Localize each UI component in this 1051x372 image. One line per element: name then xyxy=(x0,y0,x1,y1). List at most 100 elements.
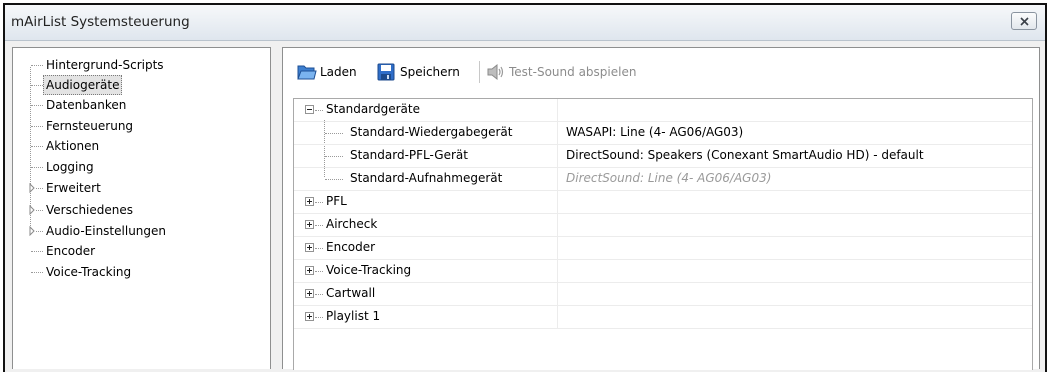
expand-toggle-icon[interactable] xyxy=(305,289,314,298)
group-label: Cartwall xyxy=(326,286,376,300)
test-sound-label: Test-Sound abspielen xyxy=(509,65,637,79)
column-divider xyxy=(557,214,558,237)
group-label: Encoder xyxy=(326,240,376,254)
tree-item-encoder[interactable]: Encoder xyxy=(13,241,268,261)
tree-item-aktionen[interactable]: Aktionen xyxy=(13,136,268,156)
tree-connector xyxy=(31,105,43,106)
tree-item-audiogeraete[interactable]: Audiogeräte xyxy=(13,75,268,95)
group-row-pfl[interactable]: PFL xyxy=(294,191,1032,214)
group-label: Standardgeräte xyxy=(326,102,420,116)
column-divider xyxy=(557,237,558,260)
tree-item-erweitert[interactable]: Erweitert xyxy=(13,178,268,198)
column-divider xyxy=(557,122,558,145)
tree-item-datenbanken[interactable]: Datenbanken xyxy=(13,95,268,115)
tree-connector xyxy=(36,188,43,189)
load-button[interactable]: Laden xyxy=(297,62,367,82)
tree-item-label: Encoder xyxy=(46,244,96,258)
property-row[interactable]: Standard-PFL-Gerät DirectSound: Speakers… xyxy=(294,145,1032,168)
group-row-standardgeraete[interactable]: Standardgeräte xyxy=(294,99,1032,122)
column-divider xyxy=(557,145,558,168)
collapse-toggle-icon[interactable] xyxy=(305,105,314,114)
floppy-disk-icon xyxy=(377,63,395,81)
tree-item-label: Datenbanken xyxy=(46,98,127,112)
property-value[interactable]: DirectSound: Speakers (Conexant SmartAud… xyxy=(566,148,924,162)
tree-connector xyxy=(31,167,43,168)
tree-connector xyxy=(315,294,323,295)
tree-connector xyxy=(315,271,323,272)
title-bar[interactable]: mAirList Systemsteuerung xyxy=(5,5,1045,41)
tree-item-label: Erweitert xyxy=(46,181,101,195)
close-button[interactable] xyxy=(1011,12,1037,30)
column-divider xyxy=(557,260,558,283)
close-icon xyxy=(1020,17,1029,26)
group-row-playlist-1[interactable]: Playlist 1 xyxy=(294,306,1032,329)
tree-connector xyxy=(31,85,43,86)
tree-item-label: Logging xyxy=(46,160,94,174)
expand-toggle-icon[interactable] xyxy=(305,266,314,275)
expand-toggle-icon[interactable] xyxy=(305,243,314,252)
tree-connector xyxy=(325,179,343,180)
tree-item-verschiedenes[interactable]: Verschiedenes xyxy=(13,200,268,220)
settings-tree[interactable]: Hintergrund-Scripts Audiogeräte Datenban… xyxy=(12,47,271,369)
property-name: Standard-PFL-Gerät xyxy=(350,148,468,162)
expand-toggle-icon[interactable] xyxy=(305,312,314,321)
tree-connector xyxy=(31,65,43,66)
toolbar-separator xyxy=(479,61,480,83)
tree-connector xyxy=(31,146,43,147)
tree-item-label: Audio-Einstellungen xyxy=(46,224,167,238)
tree-item-label: Fernsteuerung xyxy=(46,119,134,133)
test-sound-button[interactable]: Test-Sound abspielen xyxy=(486,62,661,82)
column-divider xyxy=(557,283,558,306)
group-row-encoder[interactable]: Encoder xyxy=(294,237,1032,260)
property-name: Standard-Aufnahmegerät xyxy=(350,171,503,185)
tree-item-label: Verschiedenes xyxy=(46,203,134,217)
tree-item-label: Voice-Tracking xyxy=(46,265,132,279)
tree-item-label: Audiogeräte xyxy=(43,75,123,95)
tree-connector xyxy=(315,248,323,249)
tree-item-hintergrund-scripts[interactable]: Hintergrund-Scripts xyxy=(13,55,268,75)
expand-toggle-icon[interactable] xyxy=(305,197,314,206)
tree-connector xyxy=(36,210,43,211)
property-value[interactable]: WASAPI: Line (4- AG06/AG03) xyxy=(566,125,743,139)
tree-item-label: Aktionen xyxy=(46,139,100,153)
column-divider xyxy=(557,168,558,191)
tree-connector xyxy=(325,133,343,134)
save-label: Speichern xyxy=(400,65,460,79)
tree-connector xyxy=(315,202,323,203)
load-label: Laden xyxy=(320,65,357,79)
audio-devices-panel: Laden Speichern Test-Sound abspielen Sta… xyxy=(282,47,1040,370)
tree-connector xyxy=(325,156,343,157)
device-properties-grid[interactable]: Standardgeräte Standard-Wiedergabegerät … xyxy=(293,98,1033,370)
folder-open-icon xyxy=(297,65,317,80)
property-name: Standard-Wiedergabegerät xyxy=(350,125,513,139)
group-row-aircheck[interactable]: Aircheck xyxy=(294,214,1032,237)
tree-item-label: Hintergrund-Scripts xyxy=(46,58,164,72)
tree-connector xyxy=(31,272,43,273)
group-label: Playlist 1 xyxy=(326,309,381,323)
tree-connector xyxy=(31,251,43,252)
group-row-voice-tracking[interactable]: Voice-Tracking xyxy=(294,260,1032,283)
group-label: Aircheck xyxy=(326,217,378,231)
tree-connector xyxy=(31,126,43,127)
column-divider xyxy=(557,306,558,329)
property-row[interactable]: Standard-Wiedergabegerät WASAPI: Line (4… xyxy=(294,122,1032,145)
tree-item-logging[interactable]: Logging xyxy=(13,157,268,177)
group-label: PFL xyxy=(326,194,347,208)
column-divider xyxy=(557,191,558,214)
tree-connector xyxy=(315,317,323,318)
speaker-icon xyxy=(487,63,504,81)
tree-connector xyxy=(315,225,323,226)
tree-connector xyxy=(315,110,323,111)
save-button[interactable]: Speichern xyxy=(377,62,473,82)
property-row[interactable]: Standard-Aufnahmegerät DirectSound: Line… xyxy=(294,168,1032,191)
window-title: mAirList Systemsteuerung xyxy=(11,14,190,30)
tree-connector xyxy=(36,231,43,232)
tree-item-audio-einstellungen[interactable]: Audio-Einstellungen xyxy=(13,221,268,241)
tree-item-fernsteuerung[interactable]: Fernsteuerung xyxy=(13,116,268,136)
tree-item-voice-tracking[interactable]: Voice-Tracking xyxy=(13,262,268,282)
expand-toggle-icon[interactable] xyxy=(305,220,314,229)
column-divider xyxy=(557,99,558,122)
group-row-cartwall[interactable]: Cartwall xyxy=(294,283,1032,306)
property-value-placeholder[interactable]: DirectSound: Line (4- AG06/AG03) xyxy=(566,171,771,185)
toolbar: Laden Speichern Test-Sound abspielen xyxy=(283,48,1039,93)
